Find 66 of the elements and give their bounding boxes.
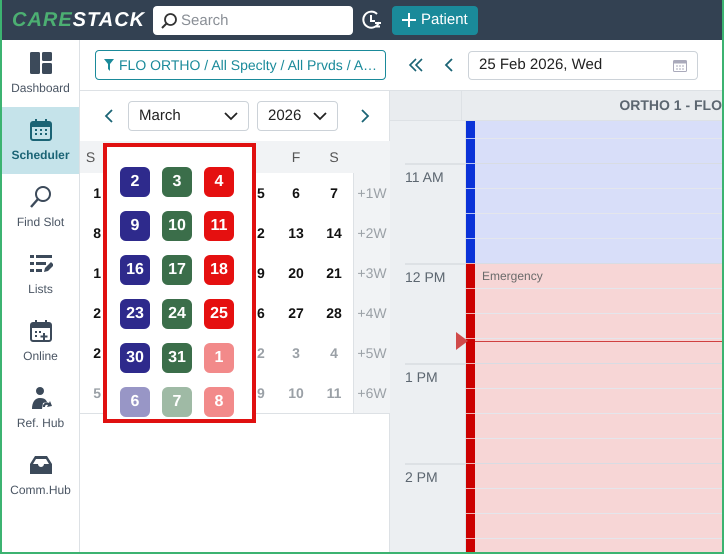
weekday-label: S (84, 148, 96, 166)
day-chip[interactable]: 30 (120, 343, 150, 373)
calendar-icon (673, 58, 688, 72)
calendar-day[interactable]: 1 (80, 173, 101, 213)
calendar-day[interactable]: 28 (315, 293, 353, 333)
day-chip[interactable]: 18 (204, 255, 234, 285)
weekday-label: S (328, 148, 340, 166)
day-chip[interactable]: 3 (162, 167, 192, 197)
calendar-day[interactable]: 14 (315, 213, 353, 253)
calendar-icon (28, 118, 52, 142)
sidebar-item[interactable]: Dashboard (2, 40, 79, 107)
weekday-label: F (290, 148, 302, 166)
calendar-day[interactable]: 1 (80, 253, 101, 293)
current-time-marker (456, 332, 468, 350)
new-patient-button[interactable]: Patient (392, 6, 478, 34)
day-chip[interactable]: 23 (120, 299, 150, 329)
column-header: ORTHO 1 - FLO (618, 96, 722, 115)
search-field[interactable]: Search (153, 6, 353, 34)
month-select[interactable]: March (128, 101, 249, 131)
logo: CARESTACK (12, 8, 146, 33)
calendar-day[interactable]: 6 (277, 173, 315, 213)
calendar-day[interactable]: 5 (257, 173, 277, 213)
calendar-day[interactable]: 2 (257, 213, 277, 253)
date-field[interactable]: 25 Feb 2026, Wed (468, 50, 698, 80)
sidebar-item[interactable]: Find Slot (2, 174, 79, 241)
calendar-day[interactable]: 9 (257, 253, 277, 293)
day-chip[interactable]: 25 (204, 299, 234, 329)
sidebar-item[interactable]: Scheduler (2, 107, 79, 174)
appointment-block[interactable]: Emergency (466, 263, 722, 552)
clock-icon[interactable] (362, 10, 382, 30)
calendar-day[interactable]: 21 (315, 253, 353, 293)
calendar-day[interactable]: 8 (80, 213, 101, 253)
calendar-day[interactable]: 7 (315, 173, 353, 213)
calendar-day[interactable]: 2 (80, 293, 101, 333)
sidebar-item[interactable]: Lists (2, 241, 79, 308)
day-chip[interactable]: 31 (162, 343, 192, 373)
calendar-day[interactable]: 13 (277, 213, 315, 253)
calendar-day[interactable]: 27 (277, 293, 315, 333)
day-chip[interactable]: 11 (204, 211, 234, 241)
appointment-block[interactable] (466, 121, 722, 263)
calendar-day[interactable]: 20 (277, 253, 315, 293)
chevron-right-icon (360, 108, 370, 124)
day-chip[interactable]: 17 (162, 255, 192, 285)
day-chip[interactable]: 24 (162, 299, 192, 329)
year-select[interactable]: 2026 (257, 101, 338, 131)
filter-icon (104, 59, 114, 71)
calendar-day[interactable]: 6 (257, 293, 277, 333)
chevron-down-icon (224, 112, 238, 120)
chevron-left-icon (104, 108, 114, 124)
day-chip[interactable]: 4 (204, 167, 234, 197)
search-icon (160, 12, 178, 30)
day-chip[interactable]: 16 (120, 255, 150, 285)
block-label: Emergency (482, 268, 543, 285)
search-icon (28, 184, 52, 208)
sidebar-item[interactable]: Online (2, 308, 79, 375)
day-chip[interactable]: 2 (120, 167, 150, 197)
chevron-down-icon (313, 112, 327, 120)
day-chip[interactable]: 9 (120, 211, 150, 241)
calendar-plus-icon (28, 318, 52, 342)
plus-icon (402, 13, 416, 27)
dashboard-icon (28, 50, 52, 74)
sidebar-item[interactable]: Ref. Hub (2, 375, 79, 442)
calendar-day[interactable]: 2 (80, 333, 101, 373)
sidebar-item[interactable]: Comm.Hub (2, 442, 79, 509)
day-chip[interactable]: 10 (162, 211, 192, 241)
filter-button[interactable]: FLO ORTHO / All Speclty / All Prvds / A… (95, 50, 386, 80)
